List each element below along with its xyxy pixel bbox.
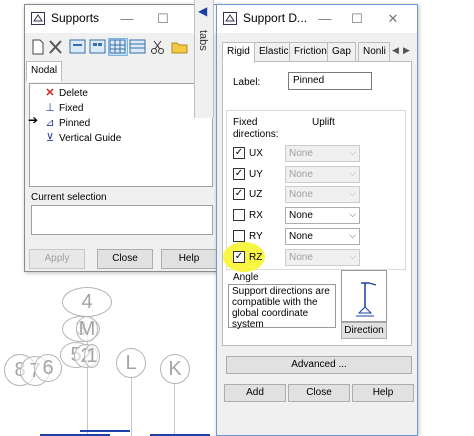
list-item-pinned[interactable]: ⊿ Pinned: [44, 116, 90, 130]
side-tabs-strip[interactable]: ◀ tabs: [194, 0, 214, 118]
uplift-select-rx[interactable]: None ⌵: [285, 207, 360, 224]
advanced-button[interactable]: Advanced ...: [226, 356, 412, 374]
uplift-caption: Uplift: [312, 117, 335, 128]
tab-gap[interactable]: Gap: [327, 42, 356, 62]
dof-label: UZ: [249, 189, 263, 200]
model-beams: [40, 426, 220, 436]
dof-label: RX: [249, 210, 263, 221]
new-document-icon[interactable]: [29, 39, 47, 55]
supports-help-button[interactable]: Help: [161, 249, 217, 269]
support-dialog-app-icon: [223, 12, 237, 25]
maximize-icon[interactable]: ☐: [153, 9, 173, 29]
label-caption: Label:: [233, 77, 261, 88]
current-selection-box[interactable]: [31, 205, 213, 235]
list-item-delete[interactable]: ✕ Delete: [44, 86, 88, 100]
chevron-down-icon: ⌵: [349, 188, 356, 198]
tab-nodal[interactable]: Nodal: [26, 61, 63, 82]
supports-title: Supports: [51, 11, 100, 25]
minimize-icon[interactable]: —: [117, 9, 137, 29]
chevron-down-icon: ⌵: [349, 168, 356, 178]
checkbox-rz[interactable]: ✓: [233, 251, 245, 263]
supports-titlebar[interactable]: Supports — ☐: [25, 5, 219, 33]
uplift-select-uy[interactable]: None ⌵: [285, 166, 360, 183]
dialog-help-button[interactable]: Help: [352, 384, 414, 402]
uplift-select-rz[interactable]: None ⌵: [285, 249, 360, 266]
pinned-support-icon: ⊿: [45, 117, 55, 129]
checkbox-uy[interactable]: ✓: [233, 168, 245, 180]
maximize-icon[interactable]: ☐: [347, 9, 367, 29]
list-view-icon[interactable]: [69, 39, 87, 55]
grid-bubble: L: [116, 348, 146, 378]
minimize-icon[interactable]: —: [315, 9, 335, 29]
table-view-icon[interactable]: [129, 39, 147, 55]
grid-bubble: 6: [34, 354, 62, 382]
angle-caption: Angle: [233, 272, 259, 283]
fixed-support-icon: ⊥: [45, 102, 55, 114]
close-icon[interactable]: ✕: [383, 9, 403, 29]
list-item-fixed[interactable]: ⊥ Fixed: [44, 101, 83, 115]
current-selection-label: Current selection: [31, 192, 107, 203]
checkbox-uz[interactable]: ✓: [233, 188, 245, 200]
tab-elastic[interactable]: Elastic: [254, 42, 294, 62]
support-dialog-tabs: Rigid Elastic Friction Gap Nonli ◀ ▶: [218, 42, 416, 63]
list-item-vertical-guide[interactable]: ⊻ Vertical Guide: [44, 131, 121, 145]
supports-app-icon: [31, 12, 45, 25]
chevron-down-icon: ⌵: [349, 209, 356, 219]
uplift-select-ux[interactable]: None ⌵: [285, 145, 360, 162]
current-item-arrow-icon: ➔: [28, 113, 39, 127]
label-input[interactable]: Pinned: [288, 72, 372, 90]
grid-bubble: 4: [62, 287, 112, 317]
grid-bubble: 1: [84, 344, 100, 368]
support-dialog-title: Support D...: [243, 11, 308, 25]
guide-support-icon: ⊻: [45, 132, 55, 144]
grid-bubble: K: [160, 354, 190, 384]
uplift-select-uz[interactable]: None ⌵: [285, 186, 360, 203]
fixed-directions-caption: Fixed directions:: [233, 117, 279, 140]
support-dialog-titlebar[interactable]: Support D... — ☐ ✕: [217, 5, 417, 33]
tab-scroll-left-icon[interactable]: ◀: [392, 45, 402, 59]
open-folder-icon[interactable]: [171, 39, 189, 55]
chevron-down-icon: ⌵: [349, 147, 356, 157]
details-view-icon[interactable]: [89, 39, 107, 55]
dof-label: UY: [249, 169, 263, 180]
direction-preview: [341, 270, 387, 322]
tab-friction[interactable]: Friction: [289, 42, 332, 62]
dialog-close-button[interactable]: Close: [288, 384, 350, 402]
checkbox-ry[interactable]: [233, 230, 245, 242]
apply-button[interactable]: Apply: [29, 249, 85, 269]
cut-icon[interactable]: [149, 39, 167, 55]
supports-tabs: Nodal: [25, 61, 219, 82]
tab-rigid[interactable]: Rigid: [222, 42, 255, 63]
arrow-left-icon: ◀: [198, 4, 208, 18]
side-tabs-label: tabs: [197, 30, 209, 51]
chevron-down-icon: ⌵: [349, 251, 356, 261]
checkbox-rx[interactable]: [233, 209, 245, 221]
supports-window: Supports — ☐ Nodal ✕ Delete ⊥ Fixed ⊿ Pinne…: [24, 4, 220, 272]
angle-description: Support directions are compatible with t…: [228, 284, 336, 330]
red-x-icon: ✕: [45, 87, 55, 99]
chevron-down-icon: ⌵: [349, 230, 356, 240]
add-button[interactable]: Add: [224, 384, 286, 402]
grid-view-icon[interactable]: [108, 38, 128, 56]
support-direction-icon: [356, 282, 377, 317]
dof-label: RZ: [249, 252, 263, 263]
dof-label: UX: [249, 148, 263, 159]
supports-toolbar: [25, 33, 219, 59]
dof-label: RY: [249, 231, 263, 242]
checkbox-ux[interactable]: ✓: [233, 147, 245, 159]
supports-close-button[interactable]: Close: [97, 249, 153, 269]
delete-icon[interactable]: [47, 39, 65, 55]
support-list[interactable]: ✕ Delete ⊥ Fixed ⊿ Pinned ⊻ Vertical Guide: [29, 83, 213, 187]
grid-bubble: M: [76, 316, 98, 342]
tab-scroll-right-icon[interactable]: ▶: [403, 45, 413, 59]
uplift-select-ry[interactable]: None ⌵: [285, 228, 360, 245]
tab-nonlinear[interactable]: Nonli: [358, 42, 390, 62]
direction-button[interactable]: Direction: [341, 322, 387, 339]
